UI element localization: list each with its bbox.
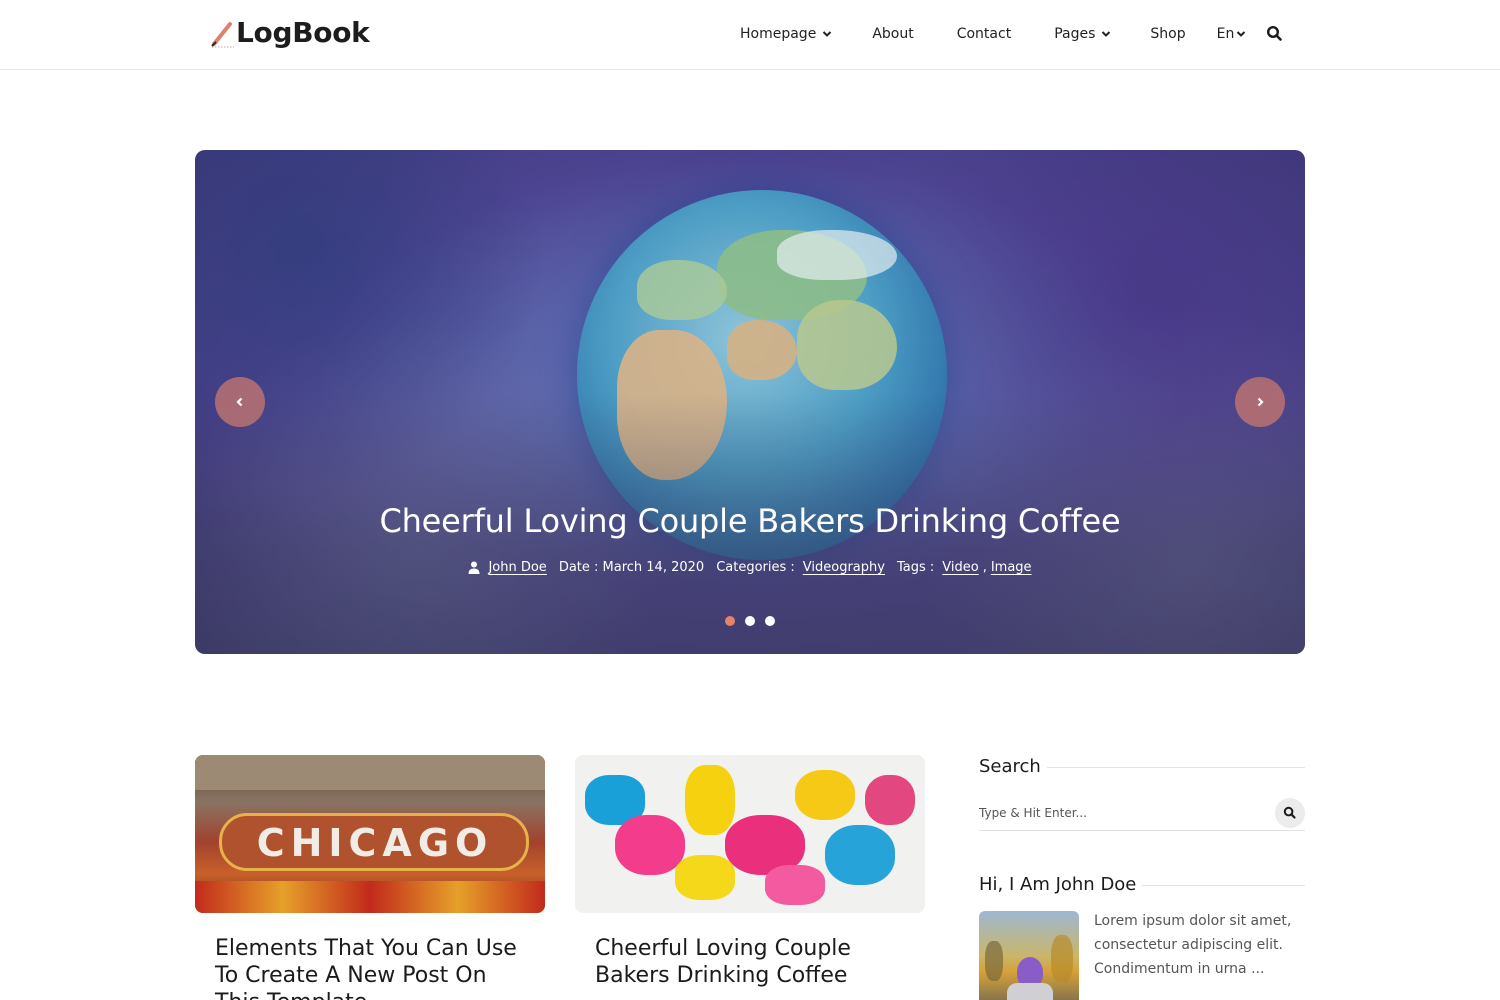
post-image-abstract-paint[interactable] xyxy=(575,755,925,913)
nav-label: Homepage xyxy=(740,26,817,42)
sidebar-search-form xyxy=(979,797,1305,831)
site-logo[interactable]: LogBook xyxy=(210,16,370,50)
tags-label: Tags : xyxy=(896,560,935,575)
post-card[interactable]: CHICAGO Elements That You Can Use To Cre… xyxy=(195,755,545,1000)
author-link[interactable]: John Doe xyxy=(488,560,546,575)
site-header: LogBook Homepage About Contact Pages Sho… xyxy=(0,0,1500,70)
chevron-right-icon xyxy=(1257,397,1264,407)
widget-heading: Hi, I Am John Doe xyxy=(979,874,1305,895)
category-link[interactable]: Videography xyxy=(803,560,885,575)
post-date: Date : March 14, 2020 xyxy=(558,560,705,575)
hero-title[interactable]: Cheerful Loving Couple Bakers Drinking C… xyxy=(195,502,1305,540)
nav-label: Shop xyxy=(1150,26,1186,42)
slider-dot[interactable] xyxy=(725,616,735,626)
about-content: Lorem ipsum dolor sit amet, consectetur … xyxy=(979,911,1305,1000)
search-icon xyxy=(1283,806,1296,819)
post-image-chicago[interactable]: CHICAGO xyxy=(195,755,545,913)
categories-label: Categories : xyxy=(716,560,795,575)
widget-heading: Search xyxy=(979,756,1305,777)
user-icon xyxy=(468,561,480,574)
pencil-icon xyxy=(210,18,236,48)
nav-item-contact[interactable]: Contact xyxy=(957,26,1011,42)
sidebar-search-button[interactable] xyxy=(1275,798,1305,828)
hero-meta: John Doe Date : March 14, 2020 Categorie… xyxy=(195,560,1305,575)
nav-item-shop[interactable]: Shop xyxy=(1150,26,1185,42)
slider-dots xyxy=(195,616,1305,626)
heading-divider xyxy=(1046,767,1305,768)
chevron-down-icon xyxy=(1237,31,1246,37)
chevron-down-icon xyxy=(823,31,832,37)
nav-label: About xyxy=(872,26,914,42)
nav-item-pages[interactable]: Pages xyxy=(1054,26,1111,42)
language-selector[interactable]: En xyxy=(1217,26,1247,42)
post-card[interactable]: Cheerful Loving Couple Bakers Drinking C… xyxy=(575,755,925,989)
language-label: En xyxy=(1216,26,1235,42)
widget-heading-text: Hi, I Am John Doe xyxy=(979,874,1137,895)
tag-link[interactable]: Image xyxy=(991,560,1032,575)
author-avatar xyxy=(979,911,1079,1000)
tag-separator: , xyxy=(982,560,987,575)
chevron-left-icon xyxy=(236,397,243,407)
slider-dot[interactable] xyxy=(745,616,755,626)
post-title[interactable]: Elements That You Can Use To Create A Ne… xyxy=(195,935,545,1000)
widget-heading-text: Search xyxy=(979,756,1041,777)
sidebar-about-widget: Hi, I Am John Doe Lorem ipsum dolor sit … xyxy=(979,874,1305,1000)
main-nav: Homepage About Contact Pages Shop En xyxy=(740,22,1246,46)
chevron-down-icon xyxy=(1102,31,1111,37)
tag-link[interactable]: Video xyxy=(942,560,978,575)
nav-label: Pages xyxy=(1054,26,1096,42)
sidebar-search-input[interactable] xyxy=(979,797,1259,829)
heading-divider xyxy=(1142,885,1305,886)
sidebar-search-widget: Search xyxy=(979,756,1305,831)
search-icon[interactable] xyxy=(1266,25,1284,43)
nav-label: Contact xyxy=(956,26,1012,42)
post-title[interactable]: Cheerful Loving Couple Bakers Drinking C… xyxy=(575,935,925,989)
slider-dot[interactable] xyxy=(765,616,775,626)
slider-next-button[interactable] xyxy=(1235,377,1285,427)
hero-slider[interactable]: Cheerful Loving Couple Bakers Drinking C… xyxy=(195,150,1305,654)
about-text: Lorem ipsum dolor sit amet, consectetur … xyxy=(1094,913,1292,977)
site-name: LogBook xyxy=(236,16,370,49)
nav-item-homepage[interactable]: Homepage xyxy=(740,26,832,42)
slider-prev-button[interactable] xyxy=(215,377,265,427)
nav-item-about[interactable]: About xyxy=(872,26,913,42)
